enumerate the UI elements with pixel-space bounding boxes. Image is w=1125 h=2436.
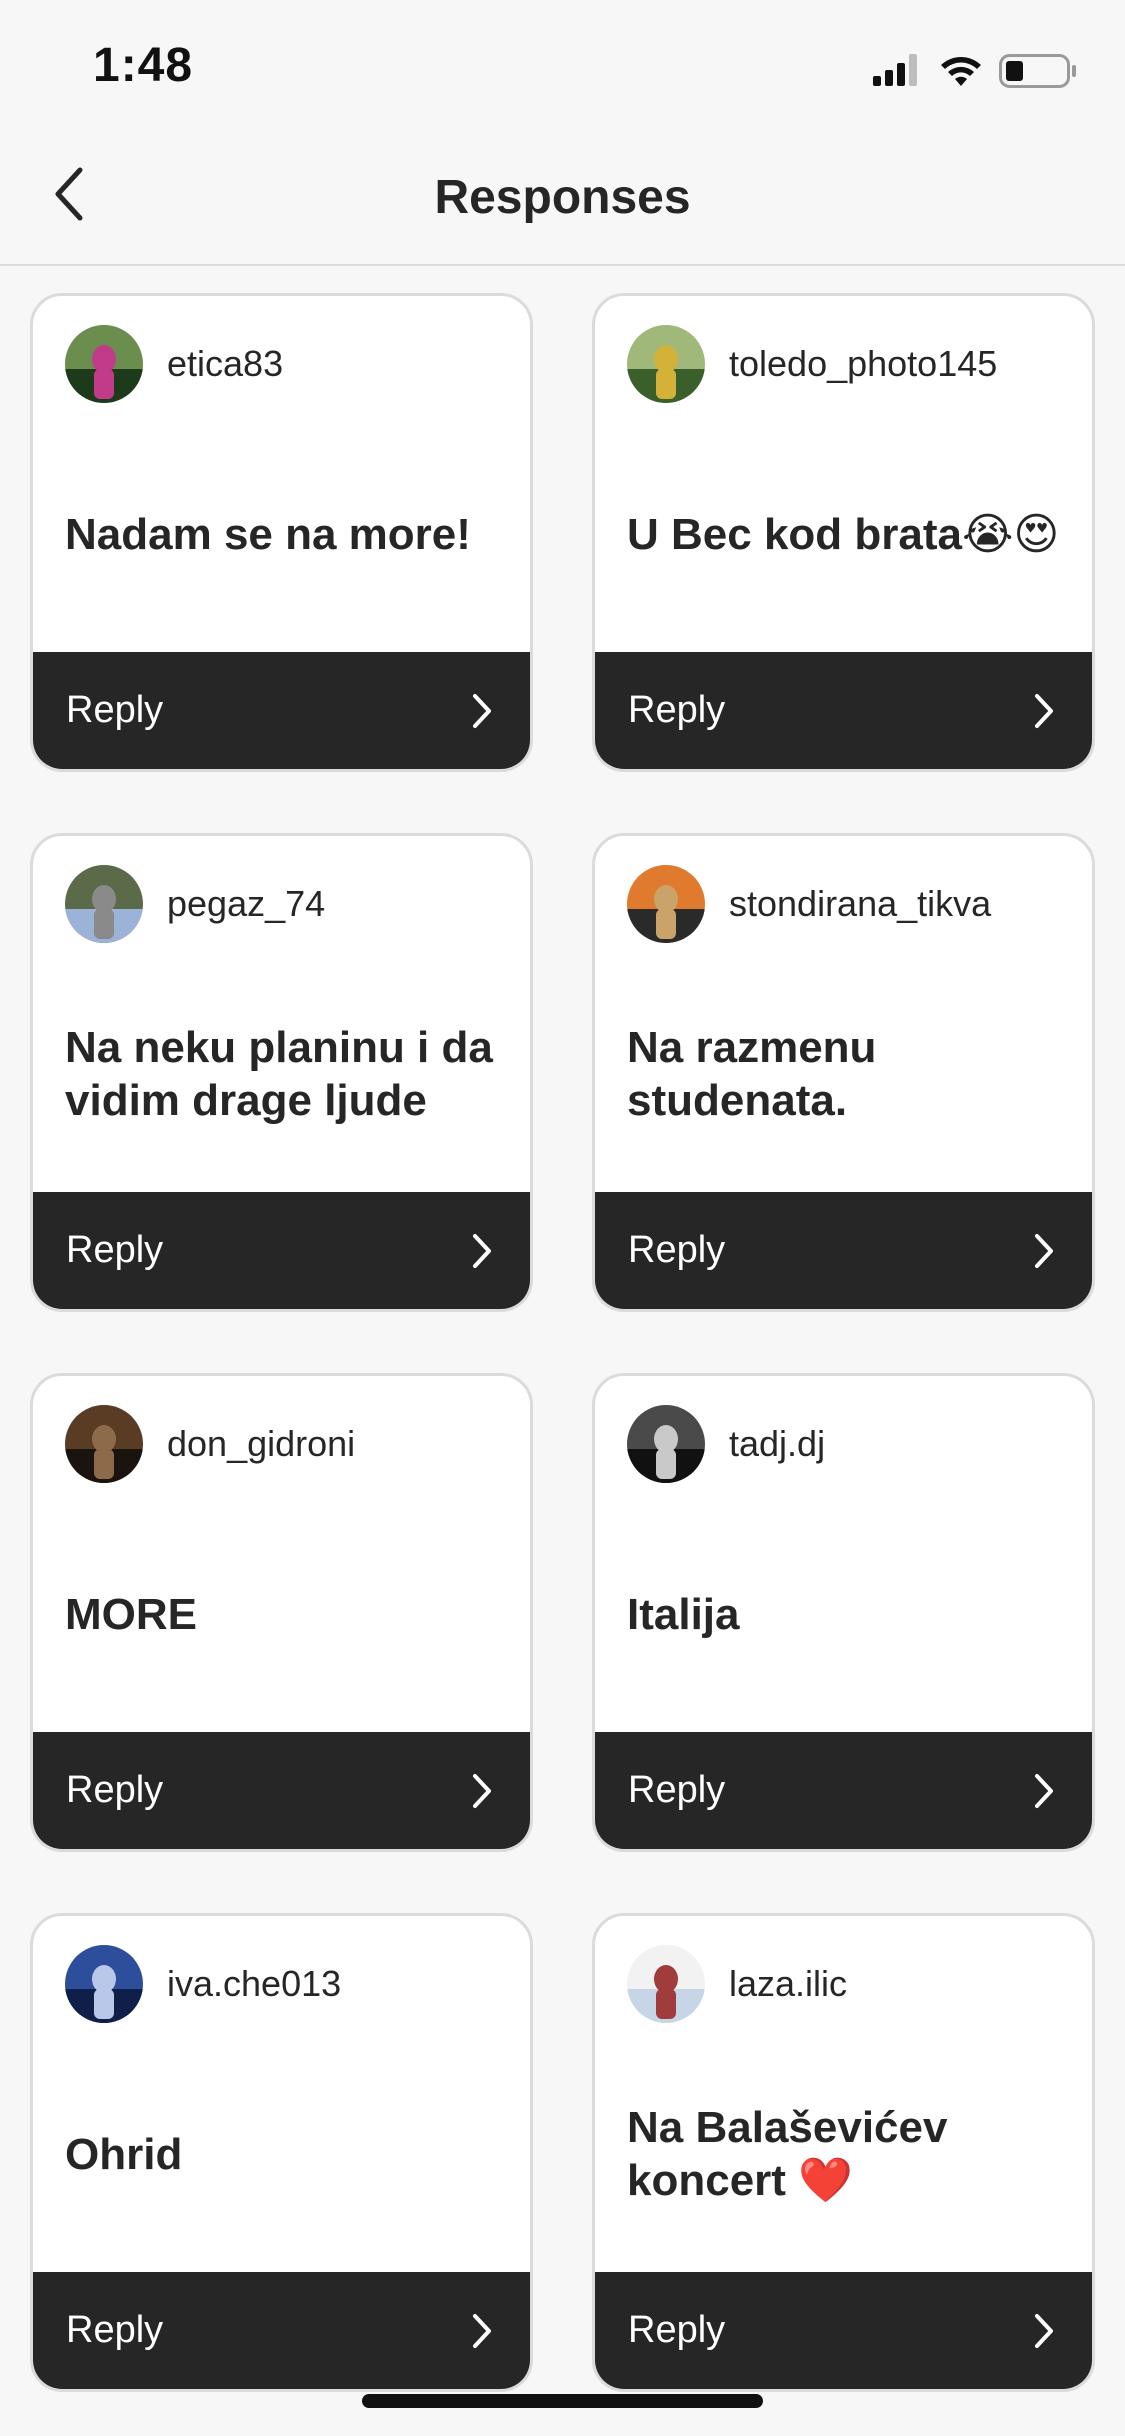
response-card[interactable]: iva.che013 Ohrid Reply xyxy=(30,1913,533,2392)
response-card[interactable]: stondirana_tikva Na razmenu studenata. Rep… xyxy=(592,833,1095,1312)
response-card[interactable]: etica83 Nadam se na more! Reply xyxy=(30,293,533,772)
reply-label: Reply xyxy=(628,1229,726,1271)
response-text: Italija xyxy=(627,1589,740,1639)
reply-label: Reply xyxy=(66,689,164,731)
reply-label: Reply xyxy=(628,1769,726,1811)
reply-label: Reply xyxy=(66,2309,164,2351)
response-text: MORE xyxy=(65,1589,197,1639)
chevron-right-icon xyxy=(1035,1773,1053,1808)
username[interactable]: toledo_photo145 xyxy=(729,343,997,385)
reply-label: Reply xyxy=(628,689,726,731)
username[interactable]: don_gidroni xyxy=(167,1423,355,1465)
username[interactable]: iva.che013 xyxy=(167,1963,341,2005)
response-text: Na neku planinu i da vidim drage ljude xyxy=(65,1023,493,1125)
chevron-right-icon xyxy=(1035,2313,1053,2348)
response-text: Na Balaševićev koncert ❤️ xyxy=(627,2103,948,2205)
card-header: don_gidroni xyxy=(65,1404,355,1484)
card-body: Na razmenu studenata. xyxy=(627,956,1068,1192)
reply-button[interactable]: Reply xyxy=(595,1732,1092,1849)
avatar[interactable] xyxy=(65,325,143,403)
card-header: laza.ilic xyxy=(627,1944,847,2024)
card-body: MORE xyxy=(65,1496,506,1732)
response-card[interactable]: toledo_photo145 U Bec kod brata😭😍 Reply xyxy=(592,293,1095,772)
status-time: 1:48 xyxy=(93,39,194,92)
card-header: pegaz_74 xyxy=(65,864,325,944)
reply-button[interactable]: Reply xyxy=(595,1192,1092,1309)
card-body: U Bec kod brata😭😍 xyxy=(627,416,1068,652)
card-header: stondirana_tikva xyxy=(627,864,991,944)
status-bar: 1:48 xyxy=(0,0,1125,130)
username[interactable]: etica83 xyxy=(167,343,283,385)
battery-icon xyxy=(999,54,1076,88)
chevron-right-icon xyxy=(1035,1233,1053,1268)
card-header: etica83 xyxy=(65,324,283,404)
reply-button[interactable]: Reply xyxy=(595,652,1092,769)
wifi-icon xyxy=(941,57,981,86)
reply-label: Reply xyxy=(628,2309,726,2351)
username[interactable]: tadj.dj xyxy=(729,1423,825,1465)
response-text: Na razmenu studenata. xyxy=(627,1023,877,1125)
card-header: iva.che013 xyxy=(65,1944,341,2024)
reply-button[interactable]: Reply xyxy=(33,652,530,769)
card-body: Ohrid xyxy=(65,2036,506,2272)
avatar[interactable] xyxy=(627,1405,705,1483)
response-card[interactable]: don_gidroni MORE Reply xyxy=(30,1373,533,1852)
response-text: U Bec kod brata😭😍 xyxy=(627,509,1060,559)
home-indicator xyxy=(362,2394,763,2408)
chevron-right-icon xyxy=(1035,693,1053,728)
username[interactable]: stondirana_tikva xyxy=(729,883,991,925)
chevron-right-icon xyxy=(473,1773,491,1808)
chevron-right-icon xyxy=(473,1233,491,1268)
response-card[interactable]: tadj.dj Italija Reply xyxy=(592,1373,1095,1852)
response-text: Ohrid xyxy=(65,2129,183,2179)
cellular-signal-icon xyxy=(873,54,917,86)
reply-button[interactable]: Reply xyxy=(33,2272,530,2389)
response-card[interactable]: laza.ilic Na Balaševićev koncert ❤️ Reply xyxy=(592,1913,1095,2392)
card-body: Na neku planinu i da vidim drage ljude xyxy=(65,956,506,1192)
reply-button[interactable]: Reply xyxy=(33,1192,530,1309)
response-card[interactable]: pegaz_74 Na neku planinu i da vidim drage… xyxy=(30,833,533,1312)
avatar[interactable] xyxy=(65,1405,143,1483)
card-header: toledo_photo145 xyxy=(627,324,997,404)
reply-button[interactable]: Reply xyxy=(33,1732,530,1849)
chevron-right-icon xyxy=(473,2313,491,2348)
avatar[interactable] xyxy=(65,865,143,943)
response-text: Nadam se na more! xyxy=(65,509,471,559)
card-body: Na Balaševićev koncert ❤️ xyxy=(627,2036,1068,2272)
page-title: Responses xyxy=(434,171,691,224)
reply-label: Reply xyxy=(66,1769,164,1811)
reply-label: Reply xyxy=(66,1229,164,1271)
card-body: Nadam se na more! xyxy=(65,416,506,652)
username[interactable]: pegaz_74 xyxy=(167,883,325,925)
status-icons xyxy=(873,48,1083,92)
avatar[interactable] xyxy=(65,1945,143,2023)
username[interactable]: laza.ilic xyxy=(729,1963,847,2005)
avatar[interactable] xyxy=(627,865,705,943)
card-header: tadj.dj xyxy=(627,1404,825,1484)
navigation-bar: Responses xyxy=(0,130,1125,266)
chevron-right-icon xyxy=(473,693,491,728)
avatar[interactable] xyxy=(627,325,705,403)
avatar[interactable] xyxy=(627,1945,705,2023)
card-body: Italija xyxy=(627,1496,1068,1732)
reply-button[interactable]: Reply xyxy=(595,2272,1092,2389)
